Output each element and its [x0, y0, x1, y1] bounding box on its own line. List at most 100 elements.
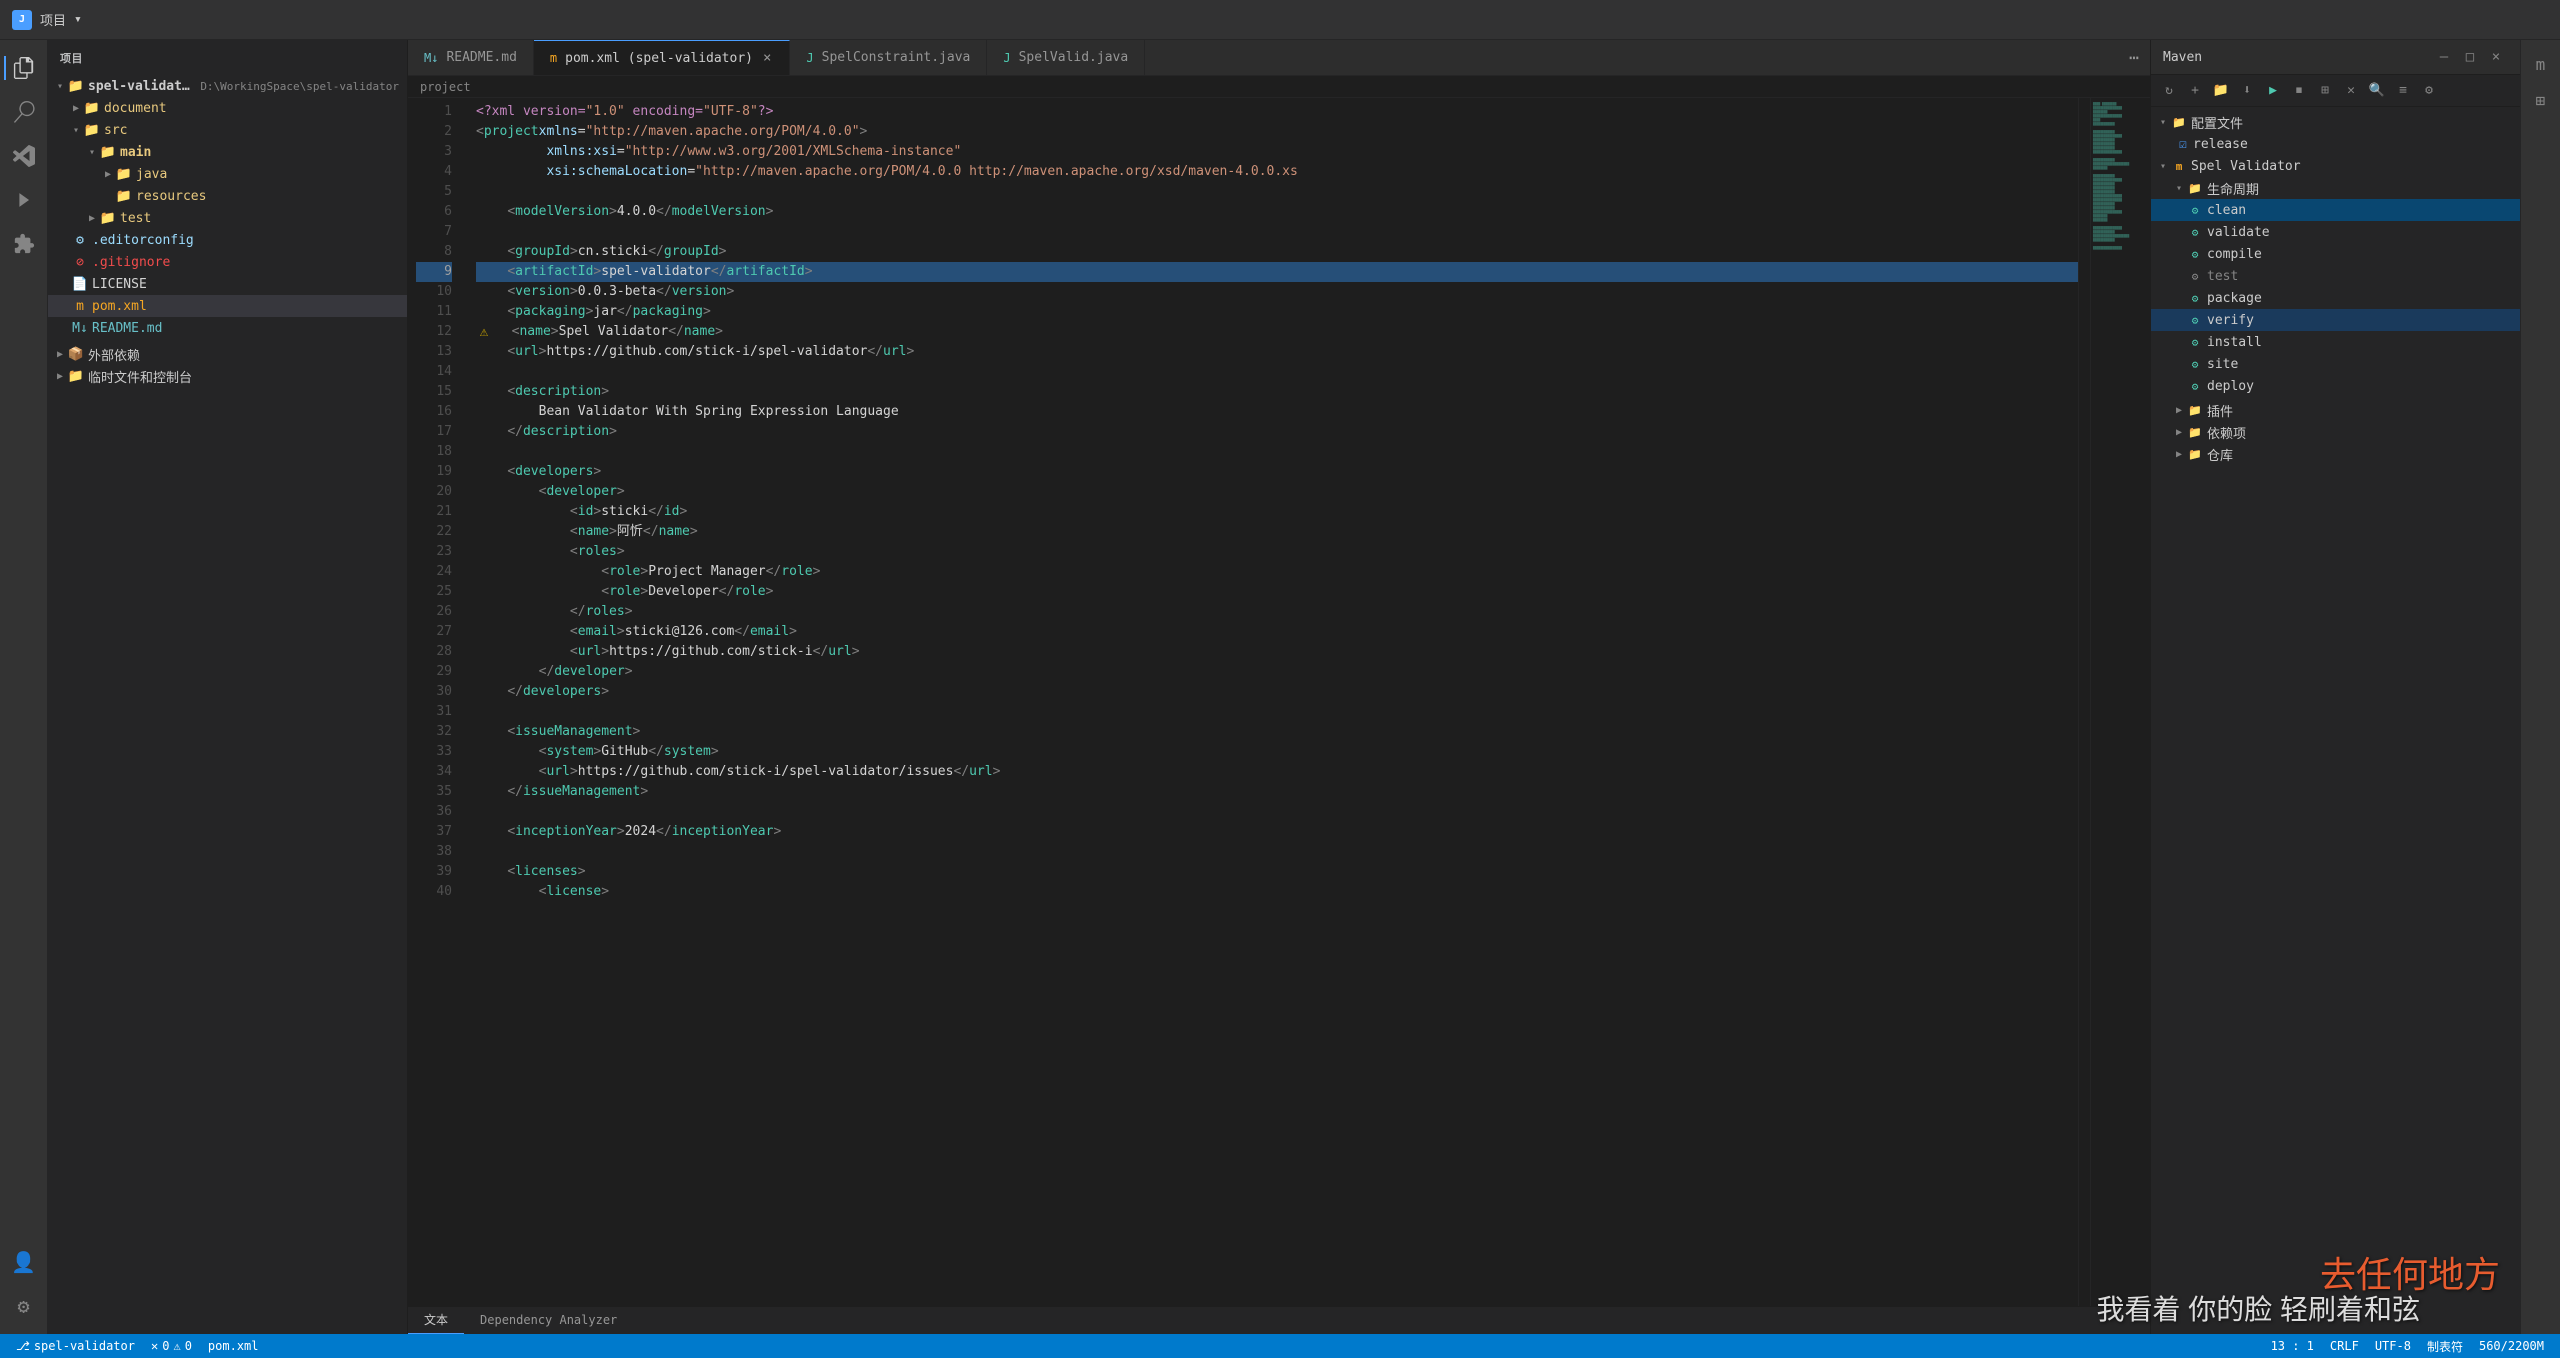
spel-root-icon: m [2171, 158, 2187, 174]
compile-icon: ⚙ [2187, 246, 2203, 262]
status-cursor[interactable]: 13 : 1 [2263, 1334, 2322, 1358]
maven-deploy[interactable]: ⚙ deploy [2151, 375, 2520, 397]
tree-pom[interactable]: m pom.xml [48, 295, 407, 317]
activity-bar-bottom: 👤 ⚙ [4, 1242, 44, 1334]
maven-deps[interactable]: ▶ 📁 依赖项 [2151, 421, 2520, 443]
status-filesize[interactable]: 560/2200M [2471, 1334, 2552, 1358]
tab-dependency-label: Dependency Analyzer [480, 1313, 617, 1327]
pom-tab-close[interactable]: × [761, 48, 773, 68]
cursor-pos: 13 : 1 [2271, 1339, 2314, 1353]
maven-stop-btn[interactable]: ⏹ [2287, 79, 2311, 103]
ext-arrow: ▶ [52, 346, 68, 362]
maven-diagram-btn[interactable]: ⊞ [2313, 79, 2337, 103]
maven-search-btn[interactable]: 🔍 [2365, 79, 2389, 103]
maven-add-btn[interactable]: + [2183, 79, 2207, 103]
search-btn[interactable] [4, 92, 44, 132]
explorer-btn[interactable] [4, 48, 44, 88]
tree-main[interactable]: ▾ 📁 main [48, 141, 407, 163]
code-line-13: <url>https://github.com/stick-i/spel-val… [476, 342, 2078, 362]
maven-warehouse[interactable]: ▶ 📁 仓库 [2151, 443, 2520, 465]
ext-label: 外部依赖 [88, 345, 140, 364]
maven-test[interactable]: ⚙ test [2151, 265, 2520, 287]
tab-dependency[interactable]: Dependency Analyzer [464, 1307, 633, 1335]
tree-java[interactable]: ▶ 📁 java [48, 163, 407, 185]
deps-icon: 📁 [2187, 424, 2203, 440]
maven-clean[interactable]: ⚙ clean [2151, 199, 2520, 221]
tree-test[interactable]: ▶ 📁 test [48, 207, 407, 229]
compile-label: compile [2207, 247, 2262, 262]
right-btn-1[interactable]: m [2525, 48, 2557, 80]
account-btn[interactable]: 👤 [4, 1242, 44, 1282]
tab-readme[interactable]: M↓ README.md [408, 40, 534, 75]
maven-release[interactable]: ☑ release [2151, 133, 2520, 155]
maven-download-btn[interactable]: ⬇ [2235, 79, 2259, 103]
maven-settings-btn[interactable]: ⚙ [2417, 79, 2441, 103]
release-label: release [2193, 137, 2248, 152]
tab-more-btn[interactable]: ⋯ [2118, 40, 2150, 75]
tab-spelvalid[interactable]: J SpelValid.java [987, 40, 1145, 75]
temp-arrow: ▶ [52, 368, 68, 384]
maven-validate[interactable]: ⚙ validate [2151, 221, 2520, 243]
root-path: D:\WorkingSpace\spel-validator [200, 80, 399, 93]
status-indentation[interactable]: 制表符 [2419, 1334, 2471, 1358]
tree-gitignore[interactable]: ⊘ .gitignore [48, 251, 407, 273]
tab-text[interactable]: 文本 [408, 1307, 464, 1335]
maven-package[interactable]: ⚙ package [2151, 287, 2520, 309]
maven-spel-root[interactable]: ▾ m Spel Validator [2151, 155, 2520, 177]
maven-config-section[interactable]: ▾ 📁 配置文件 [2151, 111, 2520, 133]
maven-close-btn[interactable]: × [2484, 45, 2508, 69]
tab-pom[interactable]: m pom.xml (spel-validator) × [534, 40, 791, 75]
status-encoding[interactable]: UTF-8 [2367, 1334, 2419, 1358]
maven-filter-btn[interactable]: ≡ [2391, 79, 2415, 103]
site-label: site [2207, 357, 2238, 372]
right-btn-2[interactable]: ⊞ [2525, 84, 2557, 116]
maven-cross-btn[interactable]: ✕ [2339, 79, 2363, 103]
tree-src[interactable]: ▾ 📁 src [48, 119, 407, 141]
vertical-scrollbar[interactable] [2078, 98, 2090, 1306]
settings-btn[interactable]: ⚙ [4, 1286, 44, 1326]
maven-plugins[interactable]: ▶ 📁 插件 [2151, 399, 2520, 421]
release-check[interactable]: ☑ [2175, 136, 2191, 152]
filesize-label: 560/2200M [2479, 1339, 2544, 1353]
line-ending-label: CRLF [2330, 1339, 2359, 1353]
tree-license[interactable]: 📄 LICENSE [48, 273, 407, 295]
maven-collapse-btn[interactable]: — [2432, 45, 2456, 69]
maven-compile[interactable]: ⚙ compile [2151, 243, 2520, 265]
maven-verify[interactable]: ⚙ verify [2151, 309, 2520, 331]
code-line-30: </developers> [476, 682, 2078, 702]
status-errors[interactable]: ✕ 0 ⚠ 0 [143, 1334, 200, 1358]
tree-external[interactable]: ▶ 📦 外部依赖 [48, 343, 407, 365]
code-editor[interactable]: <?xml version="1.0" encoding="UTF-8"?> <… [460, 98, 2078, 1306]
ec-icon: ⚙ [72, 232, 88, 248]
status-branch[interactable]: ⎇ spel-validator [8, 1334, 143, 1358]
verify-label: verify [2207, 313, 2254, 328]
maven-refresh-btn[interactable]: ↻ [2157, 79, 2181, 103]
maven-folder-btn[interactable]: 📁 [2209, 79, 2233, 103]
tree-document[interactable]: ▶ 📁 document [48, 97, 407, 119]
main-icon: 📁 [100, 144, 116, 160]
plugins-label: 插件 [2207, 401, 2233, 420]
tree-resources[interactable]: 📁 resources [48, 185, 407, 207]
run-btn[interactable] [4, 180, 44, 220]
maven-install[interactable]: ⚙ install [2151, 331, 2520, 353]
maven-expand-btn[interactable]: □ [2458, 45, 2482, 69]
readme-label: README.md [92, 321, 162, 336]
git-btn[interactable] [4, 136, 44, 176]
config-label: 配置文件 [2191, 113, 2243, 132]
maven-lifecycle[interactable]: ▾ 📁 生命周期 [2151, 177, 2520, 199]
status-breadcrumb[interactable]: pom.xml [200, 1334, 267, 1358]
tree-root[interactable]: ▾ 📁 spel-validator D:\WorkingSpace\spel-… [48, 75, 407, 97]
tree-editorconfig[interactable]: ⚙ .editorconfig [48, 229, 407, 251]
tree-temp[interactable]: ▶ 📁 临时文件和控制台 [48, 365, 407, 387]
extensions-btn[interactable] [4, 224, 44, 264]
status-line-ending[interactable]: CRLF [2322, 1334, 2367, 1358]
maven-run-btn[interactable]: ▶ [2261, 79, 2285, 103]
tab-spelconstraint[interactable]: J SpelConstraint.java [790, 40, 987, 75]
ec-label: .editorconfig [92, 233, 194, 248]
maven-site[interactable]: ⚙ site [2151, 353, 2520, 375]
readme-tab-icon: M↓ [424, 51, 438, 65]
minimap: ████ ███████████████████████████████████… [2090, 98, 2150, 1306]
tree-readme[interactable]: M↓ README.md [48, 317, 407, 339]
java-icon: 📁 [116, 166, 132, 182]
deps-label: 依赖项 [2207, 423, 2246, 442]
